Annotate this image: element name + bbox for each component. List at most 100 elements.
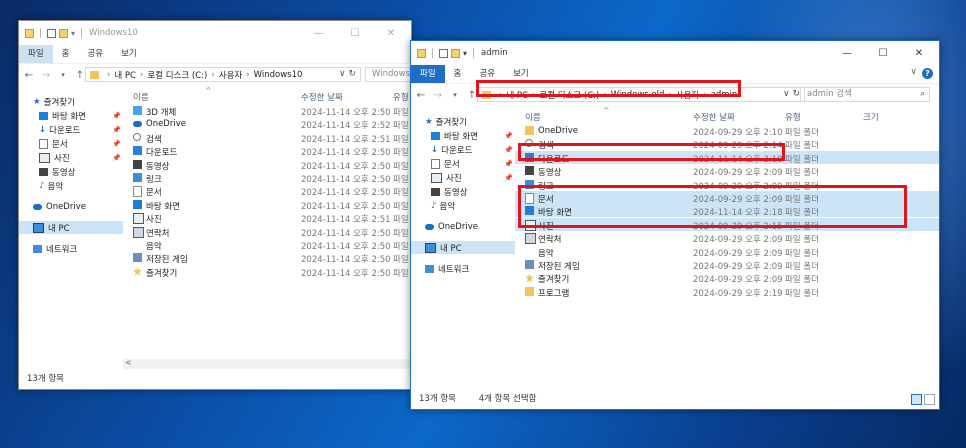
help-icon[interactable]: ? — [922, 68, 933, 79]
file-date: 2024-11-14 오후 2:50 — [301, 188, 391, 199]
close-button[interactable]: ✕ — [373, 21, 409, 45]
new-folder-icon[interactable] — [59, 28, 68, 38]
explorer-window-windows10[interactable]: ▾ Windows10 — ☐ ✕ 파일 홈 공유 보기 ← → ▾ ↑ › 내… — [18, 20, 412, 390]
table-row[interactable]: 저장된 게임 2024-09-29 오후 2:09 파일 폴더 — [515, 258, 939, 272]
table-row[interactable]: 동영상 2024-09-29 오후 2:09 파일 폴더 — [515, 164, 939, 178]
nav-item-onedrive[interactable]: OneDrive — [33, 200, 123, 213]
highlight-downloads-row — [518, 143, 785, 161]
refresh-icon[interactable]: ∨ ↻ — [783, 89, 800, 99]
tab-share[interactable]: 공유 — [78, 45, 112, 63]
table-row[interactable]: 바탕 화면 2024-11-14 오후 2:50 파일 — [123, 198, 411, 212]
table-row[interactable]: OneDrive 2024-11-14 오후 2:52 파일 — [123, 117, 411, 131]
large-icons-view-icon[interactable] — [924, 394, 935, 405]
properties-icon[interactable] — [47, 28, 56, 38]
properties-icon[interactable] — [439, 48, 448, 58]
file-date: 2024-11-14 오후 2:50 — [301, 161, 391, 172]
table-row[interactable]: 음악 2024-09-29 오후 2:09 파일 폴더 — [515, 245, 939, 259]
refresh-icon[interactable]: ∨ ↻ — [339, 69, 356, 79]
file-type: 파일 — [393, 255, 409, 266]
nav-item-desktop[interactable]: 바탕 화면 📌 — [39, 109, 123, 122]
breadcrumb-windows10[interactable]: Windows10 — [254, 70, 303, 80]
scroll-left-icon[interactable]: < — [125, 358, 132, 367]
column-size[interactable]: 크기 — [863, 111, 879, 123]
nav-item-this-pc[interactable]: 내 PC — [411, 241, 515, 254]
nav-item-documents[interactable]: 문서 📌 — [431, 157, 515, 170]
nav-item-onedrive[interactable]: OneDrive — [425, 220, 515, 233]
maximize-button[interactable]: ☐ — [337, 21, 373, 45]
nav-item-music[interactable]: ♪ 음악 — [431, 199, 515, 212]
table-row[interactable]: 사진 2024-11-14 오후 2:51 파일 — [123, 211, 411, 225]
nav-item-downloads[interactable]: ↓ 다운로드 📌 — [39, 123, 123, 136]
column-type[interactable]: 유형 — [393, 91, 409, 103]
tab-view[interactable]: 보기 — [112, 45, 146, 63]
search-input[interactable]: Windows10 — [365, 67, 411, 82]
file-name: 검색 — [146, 134, 162, 145]
column-type[interactable]: 유형 — [785, 111, 801, 123]
table-row[interactable]: 동영상 2024-11-14 오후 2:50 파일 — [123, 158, 411, 172]
horizontal-scrollbar[interactable]: < — [123, 358, 411, 369]
pin-icon: 📌 — [504, 173, 513, 182]
nav-item-network[interactable]: 네트워크 — [33, 242, 123, 255]
pin-icon: 📌 — [504, 159, 513, 168]
forward-button[interactable]: → — [39, 70, 53, 81]
table-row[interactable]: 저장된 게임 2024-11-14 오후 2:50 파일 — [123, 251, 411, 266]
file-date: 2024-11-14 오후 2:50 — [301, 108, 391, 118]
minimize-button[interactable]: — — [301, 21, 337, 45]
table-row[interactable]: 즐겨찾기 2024-09-29 오후 2:09 파일 폴더 — [515, 271, 939, 286]
back-button[interactable]: ← — [414, 90, 428, 101]
table-row[interactable]: 문서 2024-11-14 오후 2:50 파일 — [123, 184, 411, 199]
tab-file[interactable]: 파일 — [19, 45, 53, 63]
nav-item-music[interactable]: ♪ 음악 — [39, 179, 123, 192]
table-row[interactable]: 검색 2024-11-14 오후 2:51 파일 — [123, 131, 411, 145]
expand-ribbon-icon[interactable]: ∨ — [910, 67, 917, 77]
breadcrumb-users[interactable]: 사용자 — [219, 69, 242, 81]
column-name[interactable]: 이름 — [133, 91, 149, 103]
table-row[interactable]: OneDrive 2024-09-29 오후 2:10 파일 폴더 — [515, 124, 939, 138]
nav-item-desktop[interactable]: 바탕 화면 📌 — [431, 129, 515, 142]
nav-item-videos[interactable]: 동영상 — [39, 165, 123, 178]
back-button[interactable]: ← — [22, 70, 36, 81]
table-row[interactable]: 다운로드 2024-11-14 오후 2:50 파일 — [123, 144, 411, 158]
table-row[interactable]: 즐겨찾기 2024-11-14 오후 2:50 파일 — [123, 265, 411, 279]
table-row[interactable]: 3D 개체 2024-11-14 오후 2:50 파일 — [123, 104, 411, 118]
recent-locations-icon[interactable]: ▾ — [448, 91, 462, 99]
close-button[interactable]: ✕ — [901, 41, 937, 65]
new-folder-icon[interactable] — [451, 48, 460, 58]
nav-item-downloads[interactable]: ↓ 다운로드 📌 — [431, 143, 515, 156]
table-row[interactable]: 연락처 2024-09-29 오후 2:09 파일 폴더 — [515, 231, 939, 245]
tab-home[interactable]: 홈 — [53, 45, 79, 63]
breadcrumb-local-disk[interactable]: 로컬 디스크 (C:) — [147, 69, 207, 81]
search-input[interactable]: admin 검색 ⌕ — [800, 87, 930, 102]
nav-item-documents[interactable]: 문서 📌 — [39, 137, 123, 150]
nav-item-pictures[interactable]: 사진 📌 — [39, 151, 123, 164]
tab-home[interactable]: 홈 — [445, 65, 471, 83]
quick-access-dropdown-icon[interactable]: ▾ — [71, 29, 75, 38]
file-name: 음악 — [538, 248, 554, 259]
music-icon — [133, 240, 142, 249]
table-row[interactable]: 연락처 2024-11-14 오후 2:50 파일 — [123, 225, 411, 239]
tab-file[interactable]: 파일 — [411, 65, 445, 83]
file-name: 즐겨찾기 — [538, 275, 570, 286]
address-bar[interactable]: › 내 PC › 로컬 디스크 (C:) › 사용자 › Windows10 ∨… — [85, 67, 361, 82]
nav-item-favorites[interactable]: ★ 즐겨찾기 — [33, 95, 123, 108]
quick-access-dropdown-icon[interactable]: ▾ — [463, 49, 467, 58]
table-row[interactable]: 프로그램 2024-09-29 오후 2:19 파일 폴더 — [515, 285, 939, 299]
nav-item-pictures[interactable]: 사진 📌 — [431, 171, 515, 184]
nav-item-videos[interactable]: 동영상 — [431, 185, 515, 198]
nav-item-favorites[interactable]: ★ 즐겨찾기 — [425, 115, 515, 128]
table-row[interactable]: 음악 2024-11-14 오후 2:50 파일 — [123, 238, 411, 252]
forward-button[interactable]: → — [431, 90, 445, 101]
column-name[interactable]: 이름 — [525, 111, 541, 123]
maximize-button[interactable]: ☐ — [865, 41, 901, 65]
details-view-icon[interactable] — [911, 394, 922, 405]
breadcrumb-this-pc[interactable]: 내 PC — [114, 69, 136, 81]
star-icon — [133, 266, 142, 276]
table-row[interactable]: 링크 2024-11-14 오후 2:50 파일 — [123, 171, 411, 185]
minimize-button[interactable]: — — [829, 41, 865, 65]
search-icon[interactable]: ⌕ — [920, 88, 925, 101]
nav-item-this-pc[interactable]: 내 PC — [19, 221, 123, 234]
nav-item-network[interactable]: 네트워크 — [425, 262, 515, 275]
recent-locations-icon[interactable]: ▾ — [56, 71, 70, 79]
column-date[interactable]: 수정한 날짜 — [693, 111, 735, 123]
column-date[interactable]: 수정한 날짜 — [301, 91, 343, 103]
